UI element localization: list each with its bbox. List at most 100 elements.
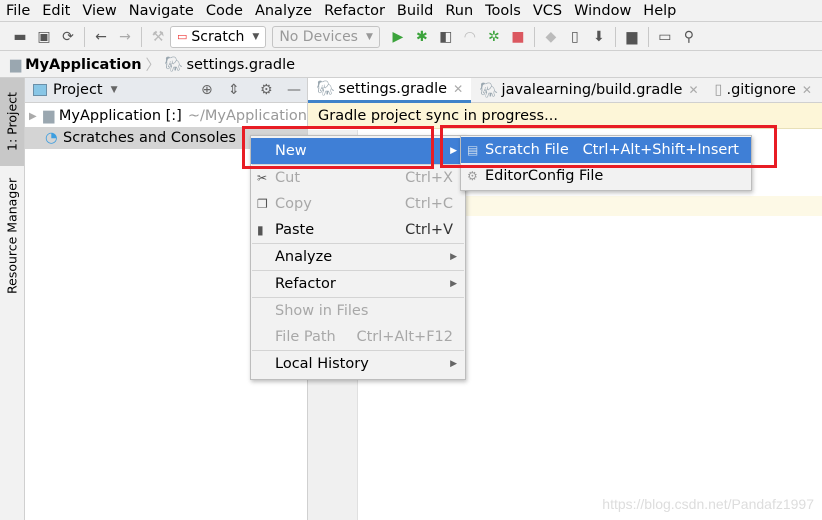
menu-edit[interactable]: Edit xyxy=(42,3,70,19)
attach-debugger-icon[interactable]: ✲ xyxy=(482,26,506,48)
menu-item-shortcut: Ctrl+X xyxy=(405,170,453,186)
context-menu: New ▶ ✂ Cut Ctrl+X ❐ Copy Ctrl+C ▮ Paste Ctrl+V… xyxy=(250,135,466,380)
device-select[interactable]: No Devices ▼ xyxy=(272,25,380,48)
breadcrumb-project[interactable]: MyApplication xyxy=(25,57,141,73)
scratch-config-icon: ▭ xyxy=(177,30,188,43)
terminal-icon[interactable]: ▭ xyxy=(653,26,677,48)
tree-item-path: ~/MyApplication xyxy=(187,108,307,124)
menu-help[interactable]: Help xyxy=(643,3,676,19)
watermark: https://blog.csdn.net/Pandafz1997 xyxy=(602,496,814,512)
gradle-sync-icon[interactable]: ◆ xyxy=(539,26,563,48)
scratches-icon: ◔ xyxy=(45,130,58,146)
tree-item-label: Scratches and Consoles xyxy=(63,130,236,146)
chevron-down-icon: ▼ xyxy=(365,31,373,42)
clipboard-icon: ▮ xyxy=(257,223,264,237)
menu-run[interactable]: Run xyxy=(445,3,473,19)
menu-item-label: Copy xyxy=(275,196,312,212)
gradle-icon: 🐘︎ xyxy=(316,81,335,97)
hide-icon[interactable]: — xyxy=(287,82,301,98)
menu-refactor[interactable]: Refactor xyxy=(324,3,385,19)
menu-analyze[interactable]: Analyze xyxy=(255,3,312,19)
tab-gitignore[interactable]: ▯ .gitignore ✕ xyxy=(707,78,820,103)
profile-icon[interactable]: ◠ xyxy=(458,26,482,48)
menu-item-refactor[interactable]: Refactor ▶ xyxy=(251,271,465,297)
close-icon[interactable]: ✕ xyxy=(688,83,698,97)
forward-arrow-icon[interactable]: → xyxy=(113,26,137,48)
open-folder-icon[interactable]: ▬ xyxy=(8,26,32,48)
notification-text: Gradle project sync in progress... xyxy=(318,107,558,124)
gradle-icon: 🐘︎ xyxy=(164,57,183,73)
menu-item-local-history[interactable]: Local History ▶ xyxy=(251,351,465,377)
sdk-manager-icon[interactable]: ⬇ xyxy=(587,26,611,48)
menu-item-label: EditorConfig File xyxy=(485,168,604,184)
menu-item-label: Local History xyxy=(275,356,369,372)
expand-arrow-icon[interactable]: ▶ xyxy=(29,111,43,122)
highlight-box-scratch-file xyxy=(440,125,777,168)
menu-item-shortcut: Ctrl+V xyxy=(405,222,453,238)
scissors-icon: ✂ xyxy=(257,171,268,185)
close-icon[interactable]: ✕ xyxy=(453,82,463,96)
coverage-icon[interactable]: ◧ xyxy=(434,26,458,48)
ignore-file-icon: ▯ xyxy=(714,82,723,98)
tab-label: .gitignore xyxy=(726,82,796,98)
run-config-select[interactable]: ▭ Scratch ▼ xyxy=(170,25,267,48)
collapse-all-icon[interactable]: ⇕ xyxy=(228,82,240,98)
project-tool-label: 1: Project xyxy=(4,92,20,152)
resource-manager-tab[interactable]: Resource Manager xyxy=(0,176,24,296)
menu-tools[interactable]: Tools xyxy=(485,3,521,19)
project-view-icon xyxy=(33,84,47,96)
menu-item-show-in-files[interactable]: Show in Files xyxy=(251,298,465,324)
menu-item-analyze[interactable]: Analyze ▶ xyxy=(251,244,465,270)
menu-build[interactable]: Build xyxy=(397,3,433,19)
toolbar: ▬ ▣ ⟳ ← → ⚒ ▭ Scratch ▼ No Devices ▼ ▶ ✱ ◧ … xyxy=(0,23,822,51)
chevron-down-icon[interactable]: ▼ xyxy=(111,85,118,95)
project-tool-tab[interactable]: 1: Project xyxy=(0,78,24,166)
tab-build-gradle[interactable]: 🐘︎ javalearning/build.gradle ✕ xyxy=(471,78,706,103)
tab-label: settings.gradle xyxy=(338,80,448,97)
menu-item-shortcut: Ctrl+Alt+F12 xyxy=(356,329,453,345)
menu-item-copy[interactable]: ❐ Copy Ctrl+C xyxy=(251,191,465,217)
divider xyxy=(614,26,616,47)
sync-icon[interactable]: ⟳ xyxy=(56,26,80,48)
menu-code[interactable]: Code xyxy=(206,3,243,19)
menu-item-label: Refactor xyxy=(275,276,336,292)
menu-item-label: Show in Files xyxy=(275,303,369,319)
menu-item-file-path[interactable]: File Path Ctrl+Alt+F12 xyxy=(251,324,465,350)
menu-file[interactable]: File xyxy=(6,3,30,19)
run-config-value: Scratch xyxy=(191,28,245,45)
save-icon[interactable]: ▣ xyxy=(32,26,56,48)
build-hammer-icon[interactable]: ⚒ xyxy=(146,26,170,48)
chevron-right-icon: 〉 xyxy=(145,58,161,74)
editor-tabs: 🐘︎ settings.gradle ✕ 🐘︎ javalearning/build.… xyxy=(308,77,822,103)
locate-icon[interactable]: ⊕ xyxy=(201,82,213,98)
divider xyxy=(84,26,85,47)
project-view-select[interactable]: Project xyxy=(53,82,103,98)
menu-item-paste[interactable]: ▮ Paste Ctrl+V xyxy=(251,217,465,243)
gradle-icon: 🐘︎ xyxy=(479,82,498,99)
gear-icon[interactable]: ⚙ xyxy=(260,82,273,98)
submenu-arrow-icon: ▶ xyxy=(450,252,457,262)
menu-navigate[interactable]: Navigate xyxy=(129,3,194,19)
tab-settings-gradle[interactable]: 🐘︎ settings.gradle ✕ xyxy=(308,77,472,103)
menu-item-label: Analyze xyxy=(275,249,333,265)
tree-item-myapplication[interactable]: ▶ ▆ MyApplication [:] ~/MyApplication xyxy=(25,105,307,127)
project-structure-icon[interactable]: ▆ xyxy=(620,26,644,48)
module-folder-icon: ▆ xyxy=(43,108,55,124)
stop-icon[interactable]: ■ xyxy=(506,26,530,48)
menu-view[interactable]: View xyxy=(82,3,116,19)
resource-manager-label: Resource Manager xyxy=(4,177,20,295)
debug-icon[interactable]: ✱ xyxy=(410,26,434,48)
menu-bar: File Edit View Navigate Code Analyze Ref… xyxy=(0,0,822,22)
menu-window[interactable]: Window xyxy=(574,3,631,19)
folder-icon: ▆ xyxy=(10,56,22,73)
search-icon[interactable]: ⚲ xyxy=(677,26,701,48)
menu-vcs[interactable]: VCS xyxy=(533,3,562,19)
menu-item-label: Cut xyxy=(275,170,300,186)
back-arrow-icon[interactable]: ← xyxy=(89,26,113,48)
run-icon[interactable]: ▶ xyxy=(386,26,410,48)
avd-manager-icon[interactable]: ▯ xyxy=(563,26,587,48)
breadcrumb-file[interactable]: settings.gradle xyxy=(186,57,295,73)
close-icon[interactable]: ✕ xyxy=(802,83,812,97)
menu-item-shortcut: Ctrl+C xyxy=(404,196,453,212)
breadcrumb: ▆ MyApplication 〉 🐘︎ settings.gradle xyxy=(0,52,822,78)
